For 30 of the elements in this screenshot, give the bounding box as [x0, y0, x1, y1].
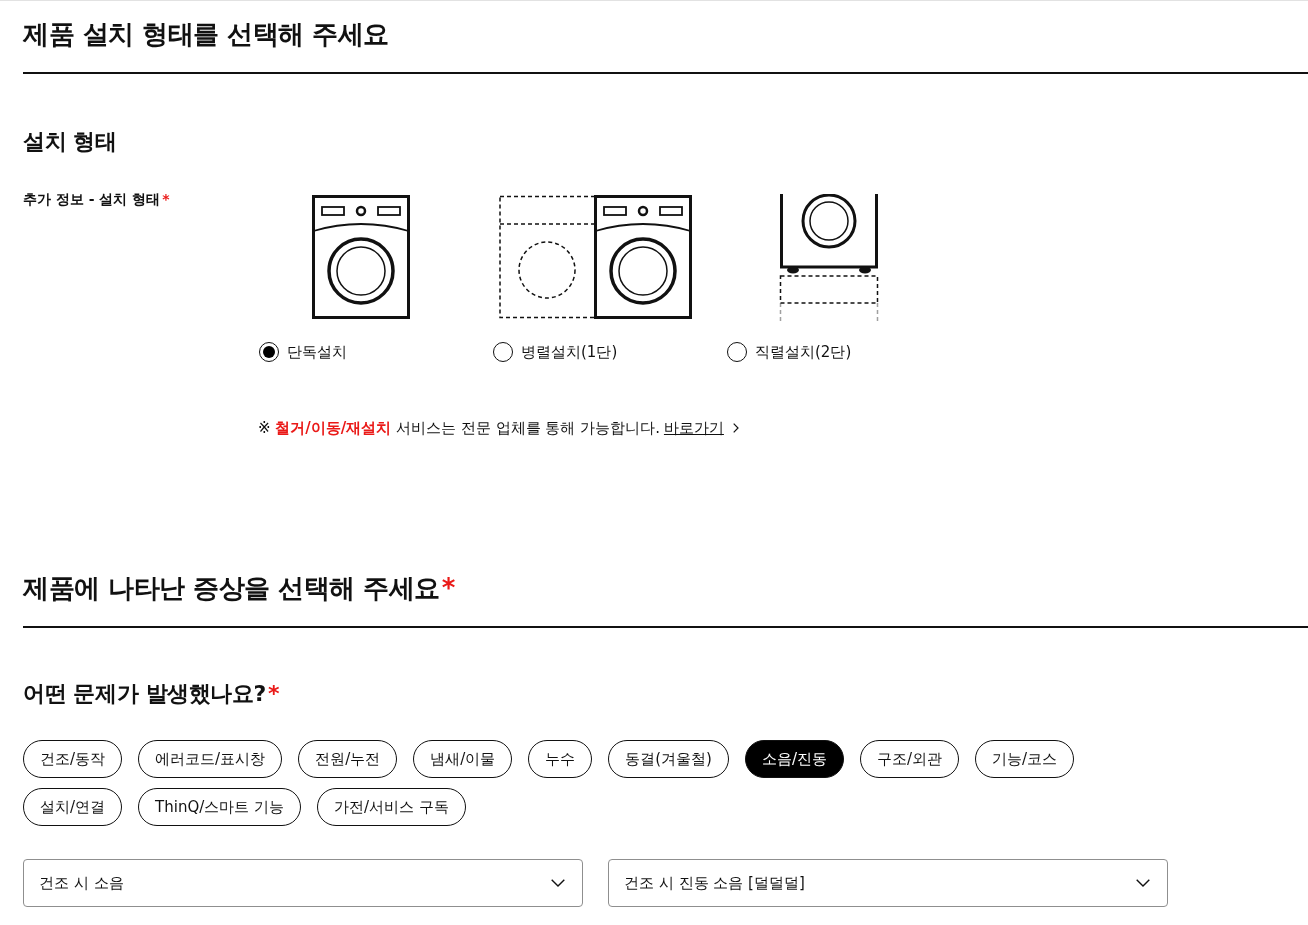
notice-text: ※ 철거/이동/재설치 서비스는 전문 업체를 통해 가능합니다.: [258, 418, 660, 439]
category-chip[interactable]: 전원/누전: [298, 740, 398, 778]
category-chip[interactable]: 설치/연결: [23, 788, 123, 826]
radio-label[interactable]: 단독설치: [287, 341, 347, 363]
question-title: 어떤 문제가 발생했나요?*: [23, 680, 279, 708]
radio-label[interactable]: 병렬설치(1단): [521, 341, 618, 363]
category-chip[interactable]: 동결(겨울철): [608, 740, 729, 778]
radio-button[interactable]: [259, 342, 279, 362]
radio-label[interactable]: 직렬설치(2단): [755, 341, 852, 363]
category-chip[interactable]: ThinQ/스마트 기능: [138, 788, 302, 826]
category-chip[interactable]: 소음/진동: [744, 740, 845, 778]
subsection-title: 설치 형태: [23, 128, 117, 156]
category-chip[interactable]: 누수: [528, 740, 593, 778]
category-chip[interactable]: 건조/동작: [23, 740, 123, 778]
category-chip[interactable]: 기능/코스: [975, 740, 1075, 778]
section-title: 제품 설치 형태를 선택해 주세요: [23, 18, 389, 51]
category-chip[interactable]: 구조/외관: [860, 740, 960, 778]
category-chip[interactable]: 가전/서비스 구독: [317, 788, 466, 826]
radio-button[interactable]: [493, 342, 513, 362]
symptom-dropdown[interactable]: 건조 시 소음: [23, 859, 583, 907]
chevron-right-icon: [732, 423, 739, 433]
chevron-down-icon: [1136, 879, 1150, 887]
section-title: 제품에 나타난 증상을 선택해 주세요*: [23, 572, 455, 605]
symptom-dropdown[interactable]: 건조 시 진동 소음 [덜덜덜]: [608, 859, 1168, 907]
field-label: 추가 정보 - 설치 형태*: [23, 191, 170, 207]
radio-button[interactable]: [727, 342, 747, 362]
category-chip[interactable]: 에러코드/표시창: [138, 740, 283, 778]
category-chip[interactable]: 냄새/이물: [413, 740, 513, 778]
shortcut-link[interactable]: 바로가기: [663, 417, 724, 439]
chevron-down-icon: [551, 879, 565, 887]
